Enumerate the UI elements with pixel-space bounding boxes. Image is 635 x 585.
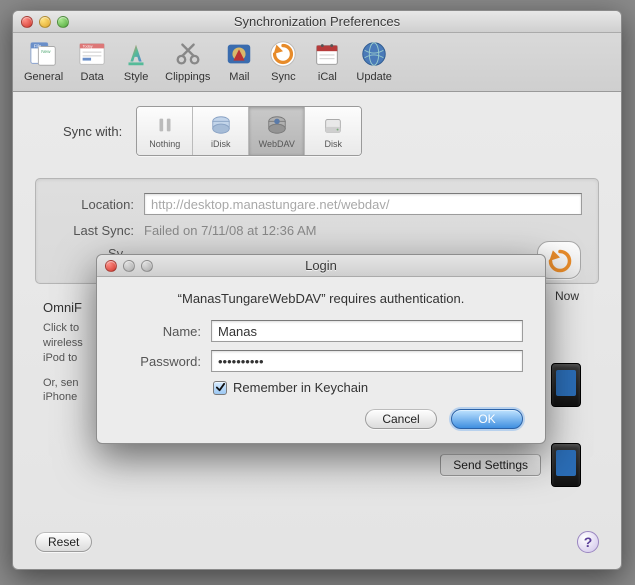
cancel-button[interactable]: Cancel	[365, 409, 437, 429]
sync-target-nothing[interactable]: Nothing	[137, 107, 193, 155]
omni-desc-line: Click towirelessiPod to	[43, 321, 103, 366]
ok-button[interactable]: OK	[451, 409, 523, 429]
minimize-icon[interactable]	[39, 16, 51, 28]
toolbar-item-sync[interactable]: Sync	[265, 37, 301, 85]
update-icon	[359, 39, 389, 69]
mail-icon	[224, 39, 254, 69]
remember-checkbox[interactable]	[213, 381, 227, 395]
disk-icon	[320, 113, 346, 137]
name-label: Name:	[119, 324, 201, 339]
send-settings-button[interactable]: Send Settings	[440, 454, 541, 476]
location-label: Location:	[52, 197, 134, 212]
svg-text:New: New	[41, 49, 51, 54]
reset-button[interactable]: Reset	[35, 532, 92, 552]
toolbar-item-update[interactable]: Update	[353, 37, 394, 85]
close-icon[interactable]	[105, 260, 117, 272]
minimize-icon	[123, 260, 135, 272]
window-title: Synchronization Preferences	[13, 14, 621, 29]
toolbar-item-clippings[interactable]: Clippings	[162, 37, 213, 85]
style-icon	[121, 39, 151, 69]
last-sync-label: Last Sync:	[52, 223, 134, 238]
idisk-icon	[208, 113, 234, 137]
toolbar-item-style[interactable]: Style	[118, 37, 154, 85]
clippings-icon	[173, 39, 203, 69]
iphone-settings-block-2: Send Settings	[440, 443, 581, 487]
titlebar[interactable]: Synchronization Preferences	[13, 11, 621, 33]
sync-target-idisk[interactable]: iDisk	[193, 107, 249, 155]
last-sync-value: Failed on 7/11/08 at 12:36 AM	[144, 223, 317, 238]
auth-message: “ManasTungareWebDAV” requires authentica…	[119, 291, 523, 306]
pause-icon	[152, 113, 178, 137]
sync-target-disk[interactable]: Disk	[305, 107, 361, 155]
login-dialog: Login “ManasTungareWebDAV” requires auth…	[96, 254, 546, 444]
password-field[interactable]	[211, 350, 523, 372]
ical-icon	[312, 39, 342, 69]
svg-text:Today: Today	[83, 44, 93, 48]
dialog-titlebar[interactable]: Login	[97, 255, 545, 277]
data-icon: Today	[77, 39, 107, 69]
toolbar-item-data[interactable]: Today Data	[74, 37, 110, 85]
remember-label: Remember in Keychain	[233, 380, 368, 395]
general-icon: NewFile	[29, 39, 59, 69]
zoom-icon	[141, 260, 153, 272]
iphone-icon	[551, 363, 581, 407]
iphone-icon	[551, 443, 581, 487]
omni-desc-line2: Or, seniPhone	[43, 376, 103, 406]
password-label: Password:	[119, 354, 201, 369]
toolbar-item-general[interactable]: NewFile General	[21, 37, 66, 85]
sync-target-webdav[interactable]: WebDAV	[249, 107, 305, 155]
zoom-icon[interactable]	[57, 16, 69, 28]
sync-icon	[268, 39, 298, 69]
dialog-title: Login	[97, 258, 545, 273]
location-field[interactable]	[144, 193, 582, 215]
sync-with-label: Sync with:	[63, 124, 122, 139]
help-button[interactable]: ?	[577, 531, 599, 553]
sync-now-label-fragment: Now	[555, 289, 579, 303]
toolbar-item-mail[interactable]: Mail	[221, 37, 257, 85]
webdav-icon	[264, 113, 290, 137]
toolbar-item-ical[interactable]: iCal	[309, 37, 345, 85]
sync-target-segmented: Nothing iDisk WebDAV Disk	[136, 106, 362, 156]
svg-text:File: File	[33, 43, 41, 48]
close-icon[interactable]	[21, 16, 33, 28]
name-field[interactable]	[211, 320, 523, 342]
toolbar: NewFile General Today Data Style Clippin…	[13, 33, 621, 92]
